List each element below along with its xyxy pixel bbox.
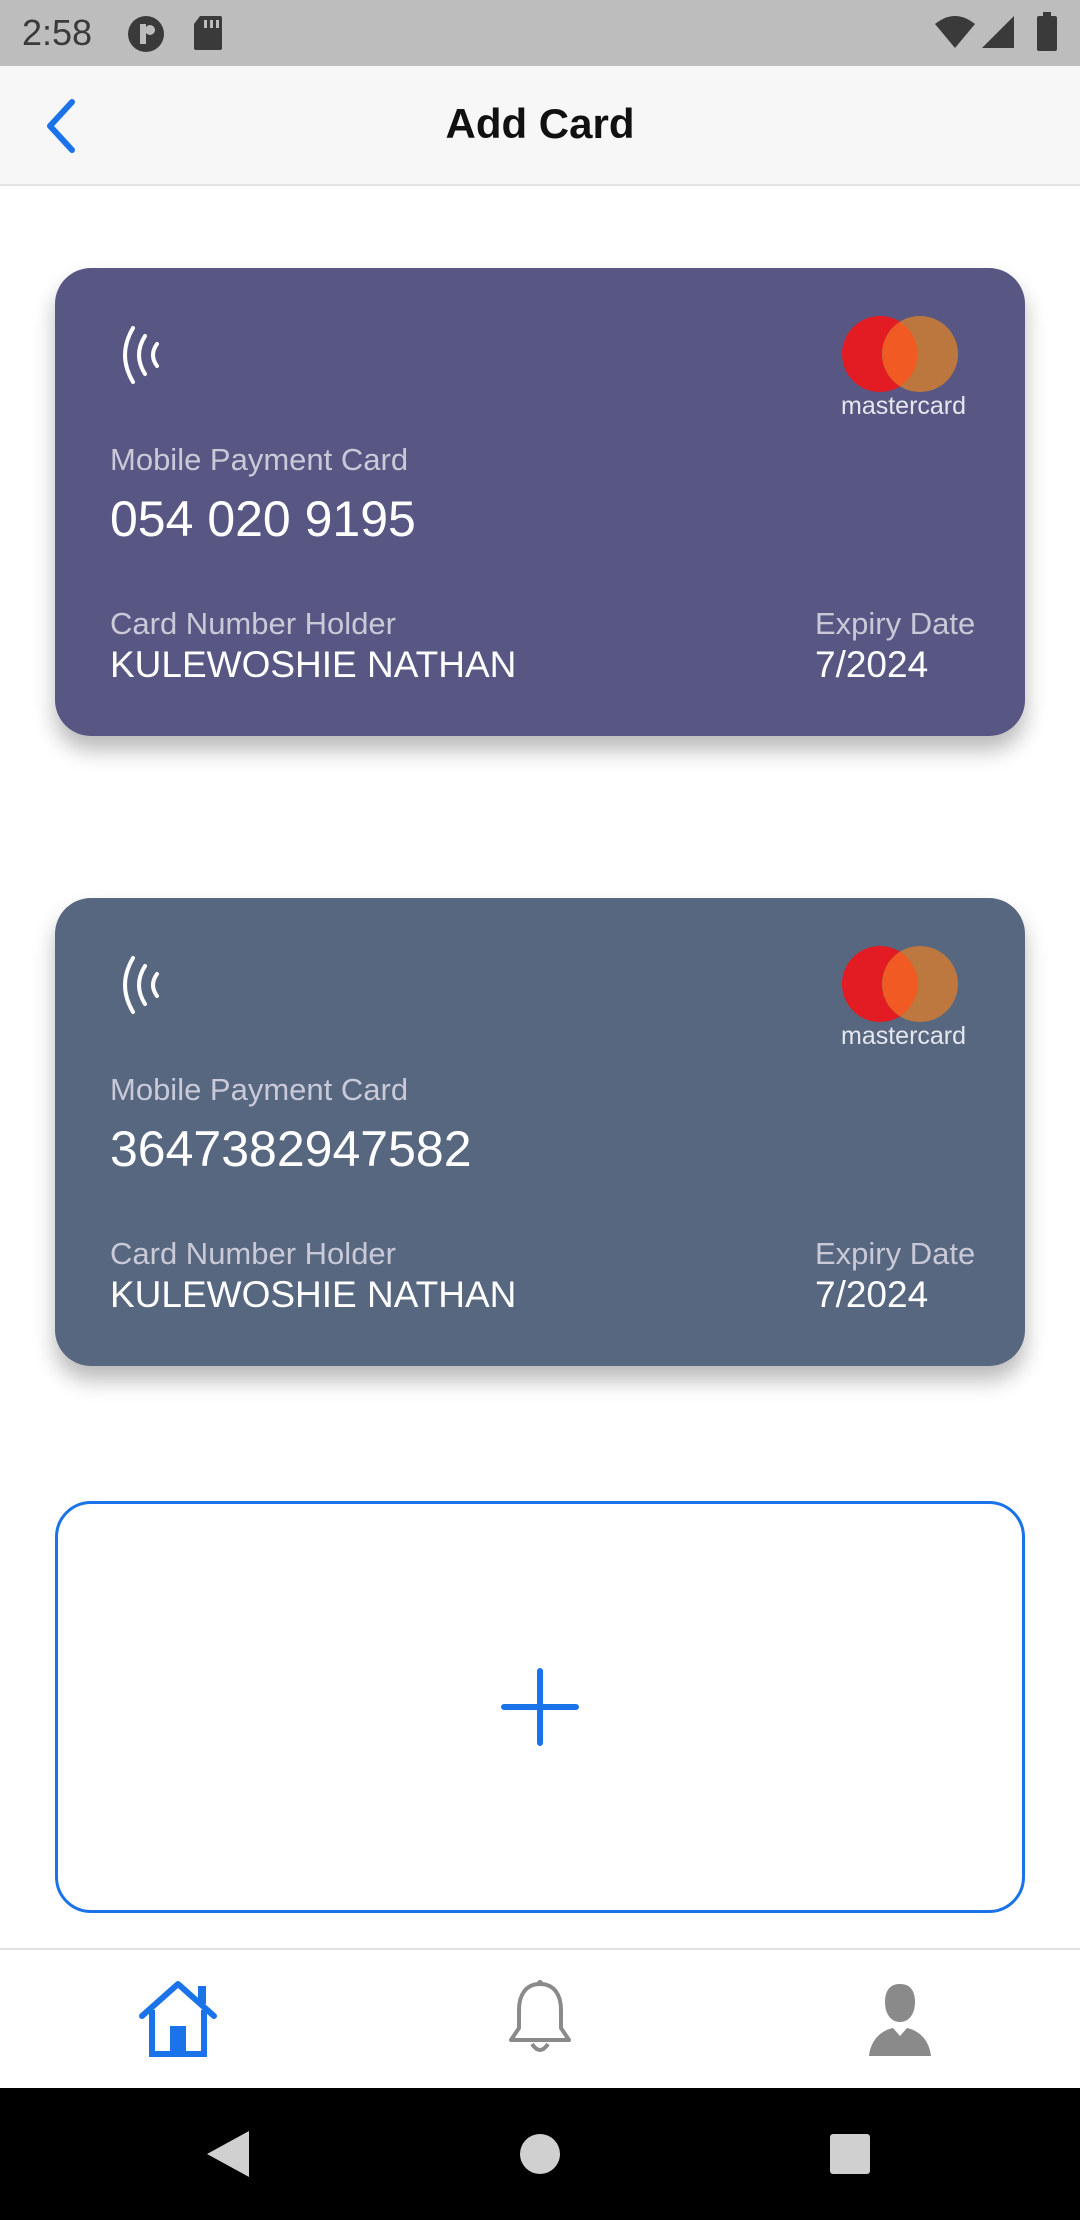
payment-card[interactable]: mastercard Mobile Payment Card 364738294… — [55, 898, 1025, 1366]
recents-square-icon — [830, 2134, 870, 2174]
expiry-label: Expiry Date — [815, 1236, 976, 1271]
expiry-date: 7/2024 — [815, 644, 929, 685]
card-number: 054 020 9195 — [110, 491, 416, 547]
system-navigation-bar — [0, 2088, 1080, 2220]
status-bar: 2:58 — [0, 0, 1080, 66]
card-brand: mastercard — [841, 392, 967, 420]
system-home-button[interactable] — [500, 2114, 580, 2194]
card-holder-label: Card Number Holder — [110, 1236, 396, 1271]
mastercard-logo — [842, 316, 958, 392]
payment-card[interactable]: mastercard Mobile Payment Card 054 020 9… — [55, 268, 1025, 736]
signal-icon — [980, 14, 1016, 55]
card-number: 3647382947582 — [110, 1121, 472, 1177]
user-icon — [869, 1984, 931, 2056]
sd-card-icon — [192, 14, 224, 57]
card-type-label: Mobile Payment Card — [110, 1072, 409, 1107]
back-triangle-icon — [207, 2131, 249, 2177]
add-card-button[interactable] — [55, 1501, 1025, 1913]
app-notification-icon — [126, 14, 166, 59]
mastercard-logo — [842, 946, 958, 1022]
home-icon — [139, 1981, 217, 2057]
nfc-icon — [123, 326, 159, 384]
card-brand: mastercard — [841, 1022, 967, 1050]
expiry-date: 7/2024 — [815, 1274, 929, 1315]
system-back-button[interactable] — [188, 2114, 268, 2194]
nav-profile[interactable] — [850, 1968, 950, 2068]
wifi-icon — [934, 14, 976, 55]
app-bar: Add Card — [0, 66, 1080, 186]
card-holder-name: KULEWOSHIE NATHAN — [110, 1274, 517, 1315]
plus-icon — [501, 1668, 579, 1746]
system-recents-button[interactable] — [810, 2114, 890, 2194]
nav-notifications[interactable] — [490, 1968, 590, 2068]
status-time: 2:58 — [22, 12, 93, 53]
card-holder-label: Card Number Holder — [110, 606, 396, 641]
home-circle-icon — [520, 2134, 560, 2174]
battery-icon — [1036, 12, 1058, 57]
nav-home[interactable] — [128, 1968, 228, 2068]
expiry-label: Expiry Date — [815, 606, 976, 641]
bell-icon — [509, 1980, 571, 2052]
card-holder-name: KULEWOSHIE NATHAN — [110, 644, 517, 685]
card-type-label: Mobile Payment Card — [110, 442, 409, 477]
page-title: Add Card — [445, 100, 635, 147]
bottom-navigation — [0, 1948, 1080, 2088]
nfc-icon — [123, 956, 159, 1014]
